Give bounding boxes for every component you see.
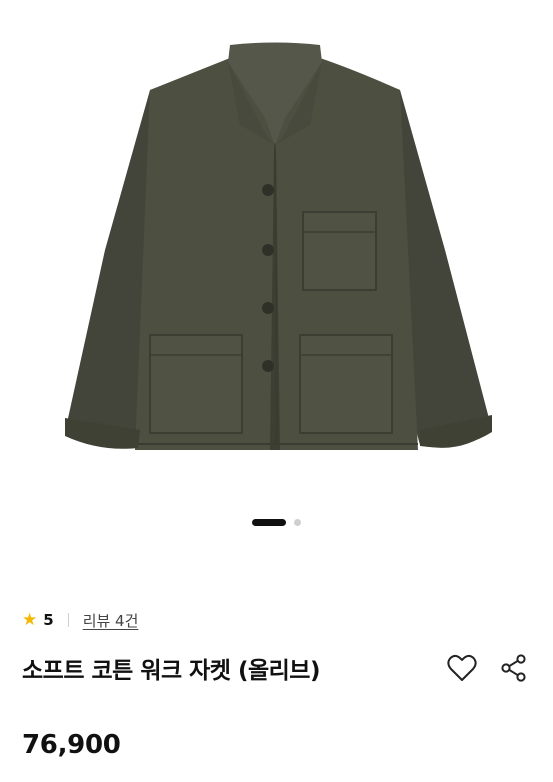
product-price: 76,900	[22, 730, 121, 760]
share-icon	[501, 654, 526, 682]
star-icon: ★	[22, 609, 38, 630]
product-image-gallery[interactable]	[0, 0, 553, 500]
carousel-indicator	[0, 519, 553, 526]
divider	[67, 613, 69, 627]
wishlist-button[interactable]	[445, 651, 479, 685]
rating-score: 5	[43, 611, 54, 629]
carousel-dot-active[interactable]	[252, 519, 286, 526]
heart-icon	[447, 654, 477, 681]
carousel-dot[interactable]	[294, 519, 301, 526]
product-actions	[445, 651, 531, 685]
product-image	[65, 42, 492, 450]
product-title: 소프트 코튼 워크 자켓 (올리브)	[22, 658, 320, 684]
share-button[interactable]	[497, 651, 531, 685]
review-count-link[interactable]: 리뷰 4건	[83, 610, 139, 631]
rating-row: ★ 5 리뷰 4건	[22, 608, 138, 632]
